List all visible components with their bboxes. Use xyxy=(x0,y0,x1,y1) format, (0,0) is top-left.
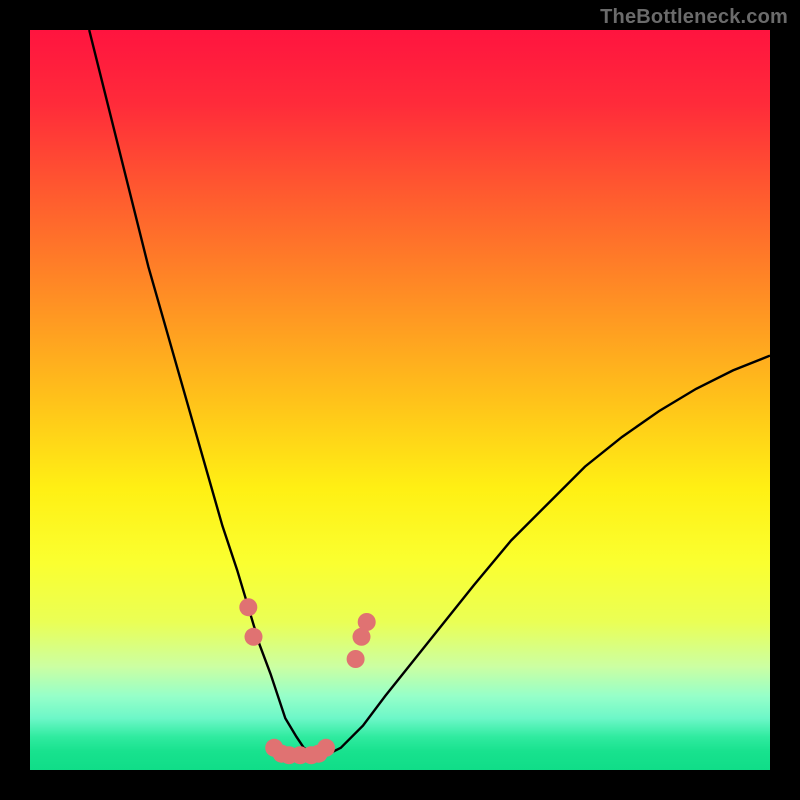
chart-frame: TheBottleneck.com xyxy=(0,0,800,800)
plot-area xyxy=(30,30,770,770)
watermark-text: TheBottleneck.com xyxy=(600,6,788,29)
background-gradient xyxy=(30,30,770,770)
